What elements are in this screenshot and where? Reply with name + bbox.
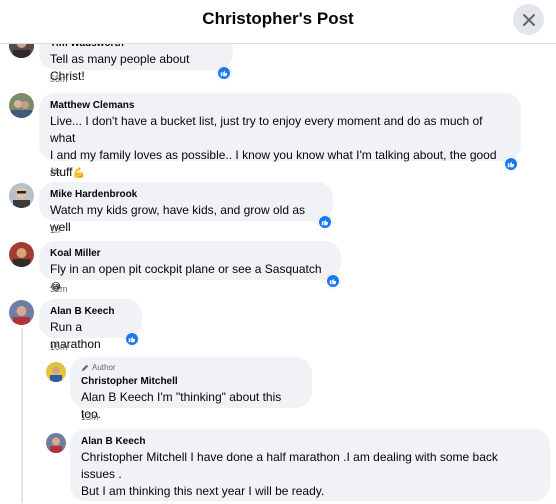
comment-timestamp[interactable]: 13m [81,412,99,422]
comment-text: Alan B Keech I'm "thinking" about this t… [81,390,282,421]
avatar[interactable] [9,93,34,118]
comment-timestamp[interactable]: 55m [50,74,68,84]
comment-timestamp[interactable]: 1h [50,166,60,176]
avatar[interactable] [46,362,66,382]
comment-timestamp[interactable]: 15m [50,342,68,352]
avatar[interactable] [9,300,34,325]
close-button[interactable] [513,4,544,35]
comment-text: Fly in an open pit cockpit plane or see … [50,261,331,296]
comment-text-line: Live... I don't have a bucket list, just… [50,114,483,145]
comment-author-name[interactable]: Koal Miller [50,247,331,260]
comment-text-body: Fly in an open pit cockpit plane or see … [50,262,322,276]
comment-author-name[interactable]: Matthew Clemans [50,99,511,112]
pencil-icon [81,364,89,371]
comment-text-line: stuff💪 [50,164,511,182]
like-reaction[interactable] [125,332,139,346]
comment-text-line: issues . [81,467,122,481]
comment-text-line: Christopher Mitchell I have done a half … [81,450,498,464]
author-badge: Author [81,362,302,373]
comment-author-name[interactable]: Alan B Keech [81,435,540,448]
thumbs-up-icon [329,278,337,285]
like-reaction[interactable] [326,274,340,288]
comment-text-line: I and my family loves as possible.. I kn… [50,148,497,162]
avatar[interactable] [9,242,34,267]
like-reaction[interactable] [504,157,518,171]
author-badge-label: Author [92,363,116,372]
reply-bubble: Author Christopher Mitchell Alan B Keech… [70,357,312,421]
like-reaction[interactable] [318,215,332,229]
thumbs-up-icon [321,219,329,226]
comment-text-line: But I am thinking this next year I will … [81,484,325,498]
post-dialog-header: Christopher's Post [0,0,556,44]
comment-author-name[interactable]: Mike Hardenbrook [50,188,323,201]
comment-timestamp[interactable]: 32m [50,284,68,294]
thumbs-up-icon [507,161,515,168]
comment-bubble: Mike Hardenbrook Watch my kids grow, hav… [39,182,333,234]
comment-text: Tell as many people about Christ! [50,52,190,83]
comment-timestamp[interactable]: 1h [50,225,60,235]
avatar[interactable] [9,183,34,208]
comment-text: Watch my kids grow, have kids, and grow … [50,203,305,234]
comment-author-name[interactable]: Christopher Mitchell [81,375,302,388]
close-icon [522,13,535,26]
comment-author-name[interactable]: Alan B Keech [50,305,132,318]
thumbs-up-icon [220,70,228,77]
like-reaction[interactable] [217,66,231,80]
comment-bubble: Koal Miller Fly in an open pit cockpit p… [39,241,341,293]
comment-bubble: Matthew Clemans Live... I don't have a b… [39,93,521,179]
page-title: Christopher's Post [202,9,354,28]
comment-bubble: Alan B Keech Run a marathon [39,299,142,351]
flexed-biceps-emoji: 💪 [72,168,85,179]
avatar[interactable] [46,433,66,453]
thumbs-up-icon [128,336,136,343]
reply-thread-line [21,328,23,503]
reply-bubble: Alan B Keech Christopher Mitchell I have… [70,429,550,501]
